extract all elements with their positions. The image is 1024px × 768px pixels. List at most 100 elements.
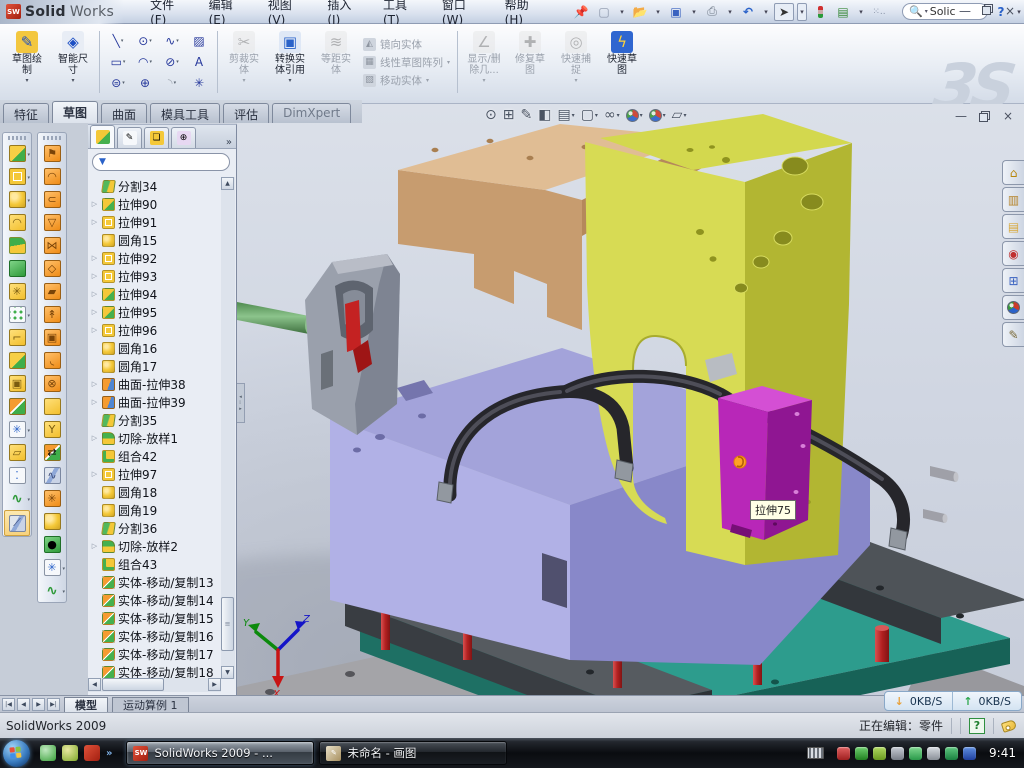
expander-icon[interactable]: ▷ [90,290,99,298]
tray-network-warning-icon[interactable] [927,747,940,760]
messenger-icon[interactable] [40,745,56,761]
new-file-icon[interactable]: ▢ [594,3,614,21]
doc-restore-button[interactable] [979,111,990,122]
tab-草图[interactable]: 草图 [52,101,98,123]
cmd-sketch-fillet-button[interactable]: ◝▾ [159,73,185,93]
ruled-surface-button[interactable]: ▣ [39,326,65,349]
tag-icon[interactable] [1001,719,1017,733]
cmd-spline-button[interactable]: ∿▾ [159,31,185,51]
doc-tab-运动算例 1[interactable]: 运动算例 1 [112,697,189,712]
view-settings-button[interactable]: ▱▾ [672,107,687,123]
expander-icon[interactable]: ▷ [90,308,99,316]
untrim-surface-button[interactable]: ⇄ [39,441,65,464]
view-orientation-button[interactable]: ▤▾ [557,107,574,123]
open-file-arrow-icon[interactable]: ▾ [653,3,663,21]
surface-boundary-button[interactable]: ⋈ [39,234,65,257]
tab-模具工具[interactable]: 模具工具 [150,103,220,123]
hole-wizard-button[interactable]: ✳ [4,280,30,303]
apply-scene-button[interactable]: ▾ [649,109,666,122]
rib-button[interactable]: ⌐ [4,326,30,349]
toolbar-grip[interactable] [43,136,61,140]
filter-input[interactable] [110,156,200,169]
tree-item[interactable]: 组合43 [90,555,222,573]
tray-defender-icon[interactable] [945,747,958,760]
cmd-line-button[interactable]: ╲▾ [105,31,131,51]
tab-nav-1-button[interactable]: ◀ [17,698,30,711]
tree-item[interactable]: ▷拉伸93 [90,267,222,285]
tree-item[interactable]: 圆角16 [90,339,222,357]
options-icon[interactable]: ▤ [833,3,853,21]
linear-pattern-button[interactable]: ▾ [4,303,30,326]
panel-tabs-overflow-icon[interactable]: » [226,137,232,148]
traffic-light-icon[interactable] [810,3,830,21]
toolbar-grip[interactable] [8,136,26,140]
expander-icon[interactable]: ▷ [90,218,99,226]
reference-geometry-button[interactable]: ✳▾ [4,418,30,441]
measure-button[interactable]: ⟋ [4,510,30,536]
tree-item[interactable]: ▷拉伸97 [90,465,222,483]
replace-face-button[interactable] [39,395,65,418]
dropdown-icon[interactable]: ▾ [176,38,179,44]
surface-sweep-button[interactable]: ⊂ [39,188,65,211]
start-button[interactable] [3,740,30,767]
file-explorer-tab[interactable]: ▤ [1002,214,1024,239]
quick-launch-overflow-icon[interactable]: » [106,748,112,759]
dropdown-icon[interactable]: ▾ [572,112,575,119]
tab-nav-0-button[interactable]: |◀ [2,698,15,711]
curves-button[interactable]: ∿▾ [39,579,65,602]
cut-with-surface-button[interactable]: ● [39,533,65,556]
toolbar-overflow-icon[interactable]: ⁙.. [869,3,889,21]
dropdown-icon[interactable]: ▾ [174,80,177,86]
split-button[interactable] [4,349,30,372]
tree-horizontal-scrollbar[interactable]: ◀ ▶ [88,678,221,692]
tree-item[interactable]: 实体-移动/复制16 [90,627,222,645]
dropdown-icon[interactable]: ▾ [71,77,74,84]
trim-surface-button[interactable]: Y [39,418,65,441]
surface-loft-button[interactable]: ▽ [39,211,65,234]
cmd-smart-dimension-button[interactable]: ◈智能尺 寸▾ [50,28,96,96]
scroll-up-icon[interactable]: ▲ [221,177,234,190]
hide-show-items-button[interactable]: ∞▾ [604,107,620,123]
expander-icon[interactable]: ▷ [90,434,99,442]
dropdown-icon[interactable]: ▾ [27,175,30,181]
cmd-point-button[interactable]: ✳ [186,73,212,93]
scroll-thumb[interactable]: ≡ [221,597,234,651]
dropdown-icon[interactable]: ▾ [27,152,30,158]
dropdown-icon[interactable]: ▾ [27,313,30,319]
solidworks-launcher-icon[interactable] [84,745,100,761]
tray-action-center-icon[interactable] [963,747,976,760]
close-button[interactable]: × [1002,4,1018,19]
tree-item[interactable]: 圆角17 [90,357,222,375]
plane-button[interactable]: ▱ [4,441,30,464]
configurationmanager-tab[interactable]: ❏ [144,127,169,148]
lofted-boss-button[interactable] [4,234,30,257]
dropdown-icon[interactable]: ▾ [575,77,578,84]
dropdown-icon[interactable]: ▾ [149,59,152,65]
doc-close-button[interactable]: × [1000,109,1016,124]
dropdown-icon[interactable]: ▾ [25,77,28,84]
restore-button[interactable] [982,4,993,15]
dropdown-icon[interactable]: ▾ [123,59,126,65]
tree-item[interactable]: 实体-移动/复制15 [90,609,222,627]
scroll-right-icon[interactable]: ▶ [208,678,221,691]
tree-item[interactable]: 实体-移动/复制14 [90,591,222,609]
tree-item[interactable]: 分割34 [90,177,222,195]
display-style-button[interactable]: ▢▾ [581,107,598,123]
save-arrow-icon[interactable]: ▾ [689,3,699,21]
taskbar-button[interactable]: ✎未命名 - 画图 [319,741,507,765]
fillet-button[interactable]: ▾ [4,188,30,211]
tab-DimXpert[interactable]: DimXpert [272,103,351,123]
cmd-mirror-entities-button[interactable]: ◭镜向实体 [363,37,450,52]
tree-item[interactable]: ▷拉伸92 [90,249,222,267]
open-file-icon[interactable]: 📂 [630,3,650,21]
cmd-rectangle-button[interactable]: ▭▾ [105,52,131,72]
cmd-trim-entities-button[interactable]: ✂剪裁实 体▾ [221,28,267,96]
cmd-offset-entities-button[interactable]: ≋等距实 体 [313,28,359,96]
axis-button[interactable]: ⁚ [4,464,30,487]
expander-icon[interactable]: ▷ [90,254,99,262]
cmd-repair-sketch-button[interactable]: ✚修复草 图 [507,28,553,96]
tab-特征[interactable]: 特征 [3,103,49,123]
doc-tab-模型[interactable]: 模型 [64,697,108,712]
surface-revolve-button[interactable]: ◠ [39,165,65,188]
save-icon[interactable]: ▣ [666,3,686,21]
